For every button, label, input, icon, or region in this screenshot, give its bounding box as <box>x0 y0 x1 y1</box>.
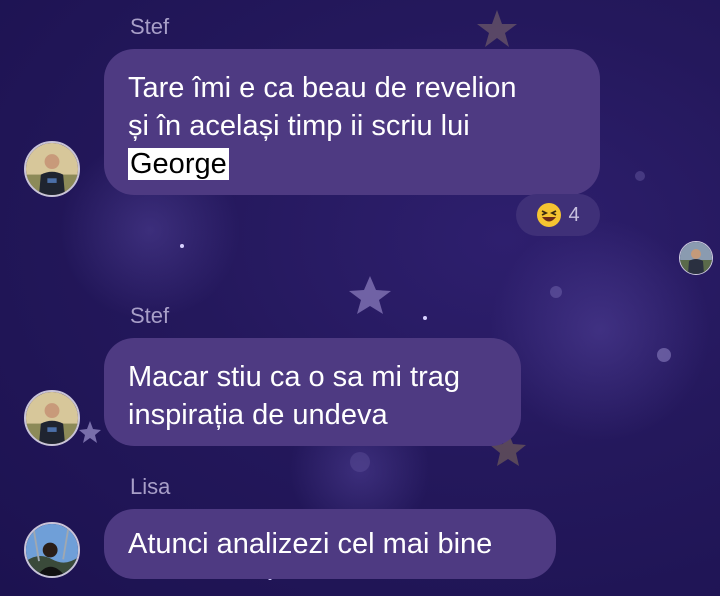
sender-name: Stef <box>130 303 170 328</box>
message-text: Tare îmi e ca beau de revelion <box>128 72 517 104</box>
sender-name: Lisa <box>130 474 171 499</box>
star-icon <box>477 10 517 47</box>
read-receipt-avatar[interactable] <box>679 241 713 275</box>
reaction-badge[interactable]: 4 <box>516 194 600 236</box>
avatar-lisa[interactable] <box>24 522 80 578</box>
message-text: Macar stiu ca o sa mi trag <box>128 361 460 393</box>
message-text: Atunci analizezi cel mai bine <box>128 528 493 560</box>
star-icon <box>349 276 391 314</box>
avatar-stef[interactable] <box>24 141 80 197</box>
message-bubble[interactable]: Atunci analizezi cel mai bine <box>104 509 556 579</box>
sender-name: Stef <box>130 14 170 39</box>
avatar-stef[interactable] <box>24 390 80 446</box>
message-bubble[interactable]: Macar stiu ca o sa mi trag inspirația de… <box>104 338 521 446</box>
mention-george[interactable]: George <box>128 148 229 180</box>
star-icon <box>79 421 101 443</box>
message-bubble[interactable]: Tare îmi e ca beau de revelion și în ace… <box>104 49 600 195</box>
reaction-count: 4 <box>568 203 580 226</box>
message-text: și în același timp ii scriu lui <box>128 110 470 142</box>
message-text: inspirația de undeva <box>128 399 388 431</box>
laughing-emoji-icon <box>537 203 562 227</box>
